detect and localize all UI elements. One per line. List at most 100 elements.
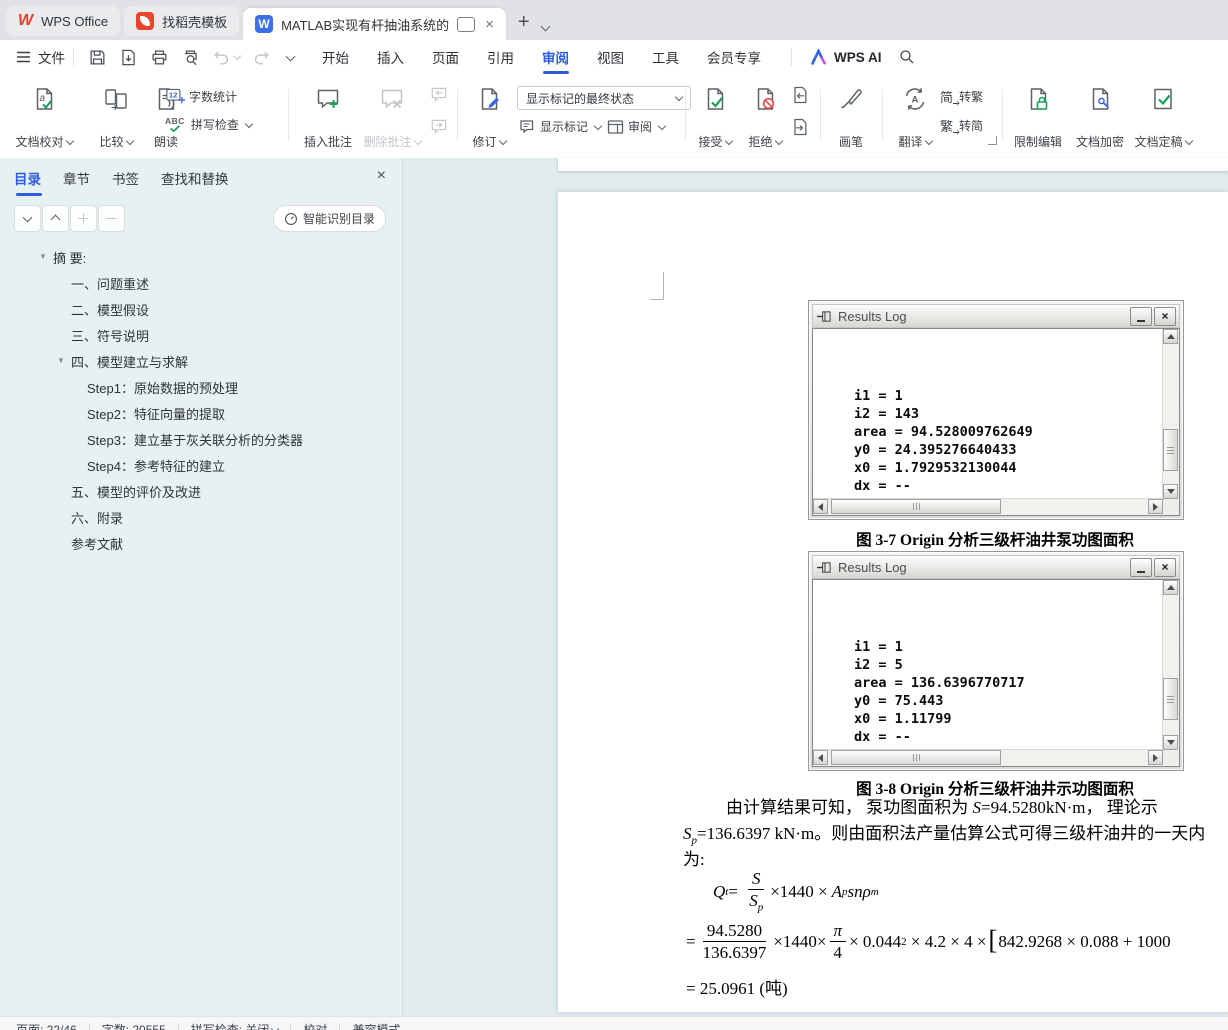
previous-change-button[interactable]: [789, 84, 811, 106]
toc-item[interactable]: ▼ Step3：建立基于灰关联分析的分类器: [0, 426, 402, 452]
show-markup-button[interactable]: 显示标记: [519, 118, 603, 135]
horizontal-scroll-thumb[interactable]: [831, 499, 1001, 514]
scroll-up-icon[interactable]: [1163, 580, 1178, 595]
traditional-to-simplified-button[interactable]: 繁 转简: [940, 116, 983, 135]
previous-comment-button[interactable]: [428, 84, 450, 106]
horizontal-scrollbar[interactable]: [813, 498, 1163, 515]
ribbon-expander-icon[interactable]: [988, 136, 997, 145]
sidebar-close-icon[interactable]: ×: [377, 168, 386, 184]
new-tab-button[interactable]: +: [518, 11, 530, 34]
toc-item[interactable]: ▼ Step4：参考特征的建立: [0, 452, 402, 478]
markup-state-select[interactable]: 显示标记的最终状态: [517, 86, 691, 110]
next-change-button[interactable]: [789, 116, 811, 138]
sidebar-tab[interactable]: 查找和替换: [161, 168, 229, 196]
reject-changes-button[interactable]: 拒绝: [743, 83, 787, 153]
expand-all-button[interactable]: [42, 205, 69, 232]
insert-comment-button[interactable]: 插入批注: [300, 83, 356, 153]
vertical-scrollbar[interactable]: [1162, 580, 1179, 750]
menu-item[interactable]: 审阅: [528, 40, 583, 74]
expand-arrow-icon[interactable]: ▼: [39, 252, 47, 261]
vertical-scroll-thumb[interactable]: [1163, 429, 1178, 471]
save-button[interactable]: [88, 48, 107, 67]
document-canvas[interactable]: Results Log × i1 = 1 i2 = 143 area = 94.52…: [403, 158, 1228, 1016]
toc-item[interactable]: ▼ 一、问题重述: [0, 270, 402, 296]
encrypt-document-button[interactable]: 文档加密: [1072, 83, 1128, 153]
menu-item[interactable]: 工具: [638, 40, 693, 74]
compare-button[interactable]: 比较: [92, 83, 140, 153]
search-button[interactable]: [898, 48, 916, 66]
scroll-right-icon[interactable]: [1148, 499, 1163, 514]
toc-item[interactable]: ▼ 摘 要:: [0, 244, 402, 270]
resize-grip[interactable]: [1163, 750, 1179, 766]
next-comment-button[interactable]: [428, 116, 450, 138]
horizontal-scroll-thumb[interactable]: [831, 750, 1001, 765]
vertical-scroll-thumb[interactable]: [1163, 678, 1178, 720]
toc-item[interactable]: ▼ 四、模型建立与求解: [0, 348, 402, 374]
track-changes-button[interactable]: 修订: [466, 83, 512, 153]
wps-ai-button[interactable]: WPS AI: [810, 49, 882, 65]
toc-item[interactable]: ▼ 参考文献: [0, 530, 402, 556]
tab-close-icon[interactable]: ×: [485, 17, 494, 32]
scroll-right-icon[interactable]: [1148, 750, 1163, 765]
spell-check-button[interactable]: ABC 拼写检查: [165, 116, 254, 133]
translate-button[interactable]: A 翻译: [892, 83, 938, 153]
sidebar-tab[interactable]: 目录: [14, 168, 42, 196]
redo-button[interactable]: [252, 48, 271, 67]
doc-proof-button[interactable]: a 文档校对: [10, 83, 78, 153]
sidebar-tab[interactable]: 章节: [63, 168, 90, 196]
print-preview-button[interactable]: [181, 48, 200, 67]
screen-share-icon[interactable]: [457, 16, 476, 32]
horizontal-scrollbar[interactable]: [813, 749, 1163, 766]
ink-brush-button[interactable]: 画笔: [830, 83, 872, 153]
restrict-editing-button[interactable]: 限制编辑: [1010, 83, 1066, 153]
delete-comment-button[interactable]: 删除批注: [360, 83, 424, 153]
menu-item[interactable]: 会员专享: [693, 40, 775, 74]
menu-item[interactable]: 开始: [308, 40, 363, 74]
finalize-document-button[interactable]: 文档定稿: [1132, 83, 1194, 153]
scroll-left-icon[interactable]: [813, 499, 828, 514]
export-pdf-button[interactable]: [119, 48, 138, 67]
minimize-button[interactable]: [1130, 306, 1152, 326]
close-button[interactable]: ×: [1154, 557, 1176, 577]
toc-item[interactable]: ▼ Step2：特征向量的提取: [0, 400, 402, 426]
toc-item[interactable]: ▼ 三、符号说明: [0, 322, 402, 348]
print-button[interactable]: [150, 48, 169, 67]
resize-grip[interactable]: [1163, 499, 1179, 515]
smart-toc-button[interactable]: 智能识别目录: [272, 205, 386, 232]
menu-item[interactable]: 引用: [473, 40, 528, 74]
toc-item[interactable]: ▼ 六、附录: [0, 504, 402, 530]
undo-chevron-icon[interactable]: [232, 51, 242, 61]
tab-list-chevron-icon[interactable]: [540, 21, 550, 32]
more-tools-chevron-icon[interactable]: [285, 51, 296, 61]
scroll-down-icon[interactable]: [1163, 735, 1178, 750]
compatibility-mode-indicator[interactable]: 兼容模式: [352, 1021, 400, 1030]
scroll-down-icon[interactable]: [1163, 484, 1178, 499]
proofing-indicator[interactable]: 校对: [303, 1021, 327, 1030]
tab-wps-office[interactable]: W WPS Office: [6, 6, 121, 36]
menu-item[interactable]: 视图: [583, 40, 638, 74]
accept-changes-button[interactable]: 接受: [693, 83, 737, 153]
tab-document[interactable]: W MATLAB实现有杆抽油系统的 ×: [243, 8, 506, 40]
expand-arrow-icon[interactable]: ▼: [57, 356, 65, 365]
menu-item[interactable]: 页面: [418, 40, 473, 74]
word-count-indicator[interactable]: 字数: 20555: [102, 1021, 166, 1030]
tab-docer-templates[interactable]: 找稻壳模板: [124, 6, 240, 36]
undo-button[interactable]: [212, 48, 242, 67]
review-pane-button[interactable]: 审阅: [607, 118, 667, 135]
simplified-to-traditional-button[interactable]: 简 转繁: [940, 87, 983, 106]
close-button[interactable]: ×: [1154, 306, 1176, 326]
menu-item[interactable]: 插入: [363, 40, 418, 74]
zoom-in-toc-button[interactable]: ＋: [70, 205, 97, 232]
page-indicator[interactable]: 页面: 22/46: [16, 1021, 77, 1030]
spellcheck-indicator[interactable]: 拼写检查: 关闭: [191, 1021, 280, 1030]
toc-item[interactable]: ▼ 二、模型假设: [0, 296, 402, 322]
minimize-button[interactable]: [1130, 557, 1152, 577]
toc-item[interactable]: ▼ Step1：原始数据的预处理: [0, 374, 402, 400]
collapse-all-button[interactable]: [14, 205, 41, 232]
scroll-left-icon[interactable]: [813, 750, 828, 765]
scroll-up-icon[interactable]: [1163, 329, 1178, 344]
sidebar-tab[interactable]: 书签: [112, 168, 139, 196]
word-count-button[interactable]: 12 字数统计: [165, 87, 237, 105]
vertical-scrollbar[interactable]: [1162, 329, 1179, 499]
toc-item[interactable]: ▼ 五、模型的评价及改进: [0, 478, 402, 504]
